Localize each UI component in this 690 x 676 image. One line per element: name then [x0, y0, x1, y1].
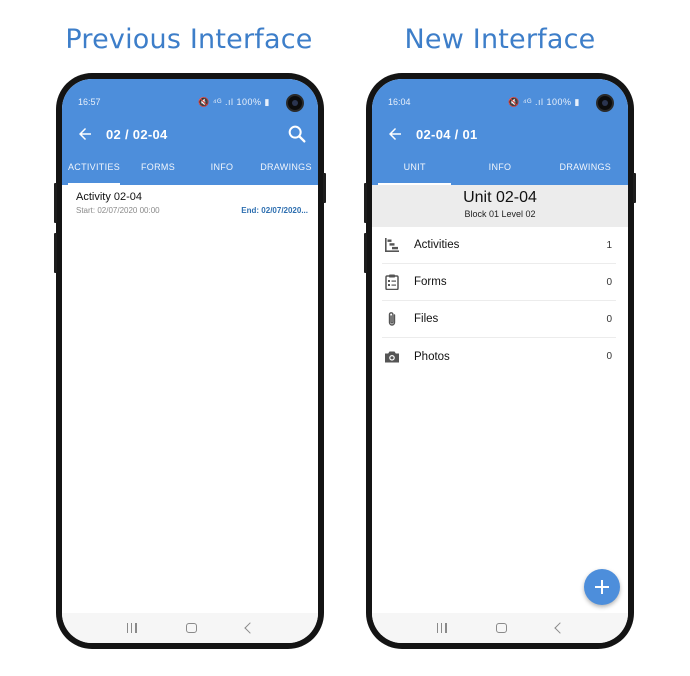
- new-interface-caption: New Interface: [404, 24, 596, 55]
- phone-side-button: [323, 173, 326, 203]
- tab-info[interactable]: INFO: [457, 159, 542, 185]
- app-bar: 16:57 🔇 ⁴ᴳ .ıl 100% ▮ 02 / 02-04 ACTIVIT…: [62, 79, 318, 185]
- unit-section-list: Activities 1 Forms 0 Files 0 Photos 0: [382, 227, 616, 375]
- status-bar: 16:57 🔇 ⁴ᴳ .ıl 100% ▮: [78, 97, 278, 109]
- status-time: 16:04: [388, 97, 411, 107]
- tab-bar: UNIT INFO DRAWINGS: [372, 159, 628, 185]
- list-item-count: 0: [606, 276, 612, 288]
- add-button[interactable]: [584, 569, 620, 605]
- front-camera: [596, 94, 614, 112]
- toolbar: 02 / 02-04: [62, 121, 318, 149]
- recent-apps-icon[interactable]: [436, 623, 447, 633]
- nav-back-icon[interactable]: [243, 622, 256, 634]
- system-nav-bar: [372, 613, 628, 643]
- home-icon[interactable]: [495, 623, 507, 633]
- screen-previous: 16:57 🔇 ⁴ᴳ .ıl 100% ▮ 02 / 02-04 ACTIVIT…: [62, 79, 318, 643]
- list-item-photos[interactable]: Photos 0: [382, 338, 616, 375]
- list-item-label: Files: [414, 313, 439, 325]
- toolbar: 02-04 / 01: [372, 121, 628, 149]
- list-item-count: 0: [606, 313, 612, 325]
- list-item-forms[interactable]: Forms 0: [382, 264, 616, 301]
- status-icons: 🔇 ⁴ᴳ .ıl 100% ▮: [197, 97, 270, 107]
- list-item-label: Activities: [414, 239, 460, 251]
- unit-subtitle: Block 01 Level 02: [464, 209, 536, 219]
- phone-previous: 16:57 🔇 ⁴ᴳ .ıl 100% ▮ 02 / 02-04 ACTIVIT…: [54, 73, 326, 649]
- tab-bar: ACTIVITIES FORMS INFO DRAWINGS: [62, 159, 318, 185]
- tab-drawings[interactable]: DRAWINGS: [543, 159, 628, 185]
- unit-header: Unit 02-04 Block 01 Level 02: [372, 185, 628, 227]
- back-arrow-icon[interactable]: [76, 125, 94, 143]
- tab-activities[interactable]: ACTIVITIES: [62, 159, 126, 185]
- gantt-icon: [385, 238, 399, 252]
- previous-interface-caption: Previous Interface: [65, 24, 313, 55]
- phone-side-button: [54, 183, 57, 223]
- tab-drawings[interactable]: DRAWINGS: [254, 159, 318, 185]
- paperclip-icon: [388, 312, 396, 326]
- phone-new: 16:04 🔇 ⁴ᴳ .ıl 100% ▮ 02-04 / 01 UNIT IN…: [364, 73, 636, 649]
- unit-title: Unit 02-04: [463, 189, 537, 206]
- activity-title: Activity 02-04: [76, 191, 143, 203]
- search-icon[interactable]: [286, 123, 308, 145]
- system-nav-bar: [62, 613, 318, 643]
- phone-side-button: [633, 173, 636, 203]
- list-item-count: 1: [606, 239, 612, 251]
- list-item-count: 0: [606, 351, 612, 362]
- activity-start-date: Start: 02/07/2020 00:00: [76, 206, 160, 215]
- activity-list-item[interactable]: Activity 02-04 Start: 02/07/2020 00:00 E…: [76, 191, 308, 215]
- status-bar: 16:04 🔇 ⁴ᴳ .ıl 100% ▮: [388, 97, 588, 109]
- nav-back-icon[interactable]: [553, 622, 566, 634]
- status-time: 16:57: [78, 97, 101, 107]
- tab-info[interactable]: INFO: [190, 159, 254, 185]
- home-icon[interactable]: [185, 623, 197, 633]
- list-item-files[interactable]: Files 0: [382, 301, 616, 338]
- clipboard-icon: [385, 274, 399, 290]
- activity-end-date: End: 02/07/2020...: [241, 206, 308, 215]
- page-title: 02 / 02-04: [106, 127, 168, 142]
- list-item-activities[interactable]: Activities 1: [382, 227, 616, 264]
- page-title: 02-04 / 01: [416, 127, 478, 142]
- list-item-label: Photos: [414, 350, 450, 363]
- list-item-label: Forms: [414, 276, 447, 288]
- camera-icon: [385, 351, 399, 362]
- phone-side-button: [364, 183, 367, 223]
- tab-unit[interactable]: UNIT: [372, 159, 457, 185]
- phone-side-button: [364, 233, 367, 273]
- screen-new: 16:04 🔇 ⁴ᴳ .ıl 100% ▮ 02-04 / 01 UNIT IN…: [372, 79, 628, 643]
- back-arrow-icon[interactable]: [386, 125, 404, 143]
- recent-apps-icon[interactable]: [126, 623, 137, 633]
- phone-side-button: [54, 233, 57, 273]
- front-camera: [286, 94, 304, 112]
- tab-forms[interactable]: FORMS: [126, 159, 190, 185]
- status-icons: 🔇 ⁴ᴳ .ıl 100% ▮: [507, 97, 580, 107]
- plus-icon: [595, 580, 609, 594]
- app-bar: 16:04 🔇 ⁴ᴳ .ıl 100% ▮ 02-04 / 01 UNIT IN…: [372, 79, 628, 185]
